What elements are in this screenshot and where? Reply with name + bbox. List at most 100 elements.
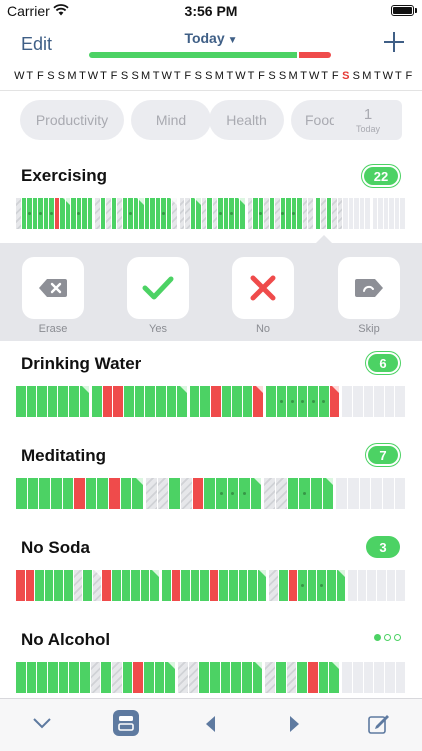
habit-day-cell[interactable] <box>382 478 394 509</box>
habit-day-cell[interactable] <box>190 570 200 601</box>
habit-day-cell[interactable] <box>102 386 113 417</box>
habit-day-cell[interactable] <box>231 662 242 693</box>
habit-day-cell[interactable] <box>264 478 276 509</box>
habit-day-cell[interactable] <box>189 386 200 417</box>
habit-day-cell[interactable] <box>63 570 73 601</box>
habit-day-cell[interactable] <box>26 386 37 417</box>
habit-day-cell[interactable] <box>298 570 307 601</box>
habit-day-cell[interactable] <box>308 662 318 693</box>
habit-day-cell[interactable] <box>47 386 58 417</box>
habit-day-cell[interactable] <box>319 386 329 417</box>
habit-day-cell[interactable] <box>171 570 181 601</box>
habit-day-cell[interactable] <box>276 478 287 509</box>
habit-day-cell[interactable] <box>100 198 105 229</box>
habit-day-cell[interactable] <box>378 198 383 229</box>
habit-day-cell[interactable] <box>102 570 111 601</box>
today-count-box[interactable]: 1 Today <box>334 100 402 140</box>
habit-day-cell[interactable] <box>210 386 221 417</box>
habit-day-cell[interactable] <box>109 478 120 509</box>
habit-day-cell[interactable] <box>376 570 386 601</box>
habit-day-cell[interactable] <box>248 570 257 601</box>
habit-day-cell[interactable] <box>227 478 239 509</box>
habit-day-cell[interactable] <box>384 662 395 693</box>
habit-day-cell[interactable] <box>76 198 81 229</box>
habit-day-cell[interactable] <box>348 570 357 601</box>
habit-day-cell[interactable] <box>287 386 297 417</box>
habit-day-cell[interactable] <box>204 478 215 509</box>
habit-day-cell[interactable] <box>250 478 262 509</box>
habit-day-cell[interactable] <box>200 570 209 601</box>
habit-title[interactable]: Drinking Water <box>21 354 141 374</box>
habit-day-cell[interactable] <box>371 478 382 509</box>
habit-day-cell[interactable] <box>157 478 169 509</box>
habit-day-cell[interactable] <box>58 386 69 417</box>
habit-day-cell[interactable] <box>131 570 140 601</box>
category-mind[interactable]: Mind <box>131 100 211 140</box>
habit-day-cell[interactable] <box>132 478 144 509</box>
habit-day-cell[interactable] <box>101 662 112 693</box>
habit-day-cell[interactable] <box>212 198 217 229</box>
habit-day-cell[interactable] <box>329 662 340 693</box>
habit-day-cell[interactable] <box>395 386 405 417</box>
habit-day-cell[interactable] <box>308 386 319 417</box>
habit-day-cell[interactable] <box>169 478 180 509</box>
habit-day-cell[interactable] <box>179 198 184 229</box>
habit-day-cell[interactable] <box>287 478 299 509</box>
habit-day-cell[interactable] <box>384 386 395 417</box>
habit-day-cell[interactable] <box>193 198 201 229</box>
habit-day-cell[interactable] <box>121 570 131 601</box>
habit-day-cell[interactable] <box>363 386 374 417</box>
habit-day-cell[interactable] <box>43 198 48 229</box>
habit-day-cell[interactable] <box>367 570 376 601</box>
habit-day-cell[interactable] <box>223 198 228 229</box>
habit-day-cell[interactable] <box>209 570 219 601</box>
habit-day-cell[interactable] <box>69 662 80 693</box>
habit-day-cell[interactable] <box>252 662 263 693</box>
habit-title[interactable]: No Soda <box>21 538 90 558</box>
habit-day-cell[interactable] <box>87 198 92 229</box>
habit-day-cell[interactable] <box>219 570 229 601</box>
no-button[interactable] <box>232 257 294 319</box>
habit-day-cell[interactable] <box>348 198 353 229</box>
next-arrow-icon[interactable] <box>289 715 301 733</box>
habit-grid-meditating[interactable] <box>16 478 406 509</box>
habit-day-cell[interactable] <box>357 570 367 601</box>
habit-day-cell[interactable] <box>299 478 311 509</box>
habit-day-cell[interactable] <box>161 570 171 601</box>
habit-day-cell[interactable] <box>50 478 62 509</box>
habit-day-cell[interactable] <box>79 386 90 417</box>
habit-day-cell[interactable] <box>150 570 159 601</box>
habit-day-cell[interactable] <box>383 198 388 229</box>
habit-day-cell[interactable] <box>207 198 212 229</box>
habit-day-cell[interactable] <box>258 198 263 229</box>
habit-day-cell[interactable] <box>80 662 90 693</box>
compose-icon[interactable] <box>368 713 390 735</box>
habit-day-cell[interactable] <box>327 570 336 601</box>
habit-day-cell[interactable] <box>165 662 176 693</box>
habit-day-cell[interactable] <box>201 198 206 229</box>
habit-day-cell[interactable] <box>332 198 337 229</box>
habit-day-cell[interactable] <box>394 478 406 509</box>
habit-day-cell[interactable] <box>16 198 21 229</box>
habit-day-cell[interactable] <box>247 198 252 229</box>
habit-day-cell[interactable] <box>154 662 165 693</box>
habit-day-cell[interactable] <box>372 198 377 229</box>
add-habit-button[interactable] <box>382 30 406 54</box>
habit-day-cell[interactable] <box>192 478 204 509</box>
habit-day-cell[interactable] <box>73 570 83 601</box>
habit-day-cell[interactable] <box>178 662 188 693</box>
habit-day-cell[interactable] <box>315 198 320 229</box>
habit-day-cell[interactable] <box>39 478 50 509</box>
habit-day-cell[interactable] <box>145 386 155 417</box>
habit-day-cell[interactable] <box>354 198 359 229</box>
habit-day-cell[interactable] <box>326 198 331 229</box>
habit-day-cell[interactable] <box>180 478 192 509</box>
habit-day-cell[interactable] <box>146 478 157 509</box>
habit-day-cell[interactable] <box>318 662 329 693</box>
habit-day-cell[interactable] <box>144 198 149 229</box>
habit-day-cell[interactable] <box>49 198 54 229</box>
habit-title[interactable]: No Alcohol <box>21 630 110 650</box>
habit-day-cell[interactable] <box>26 662 37 693</box>
habit-day-cell[interactable] <box>352 386 363 417</box>
habit-day-cell[interactable] <box>169 198 177 229</box>
